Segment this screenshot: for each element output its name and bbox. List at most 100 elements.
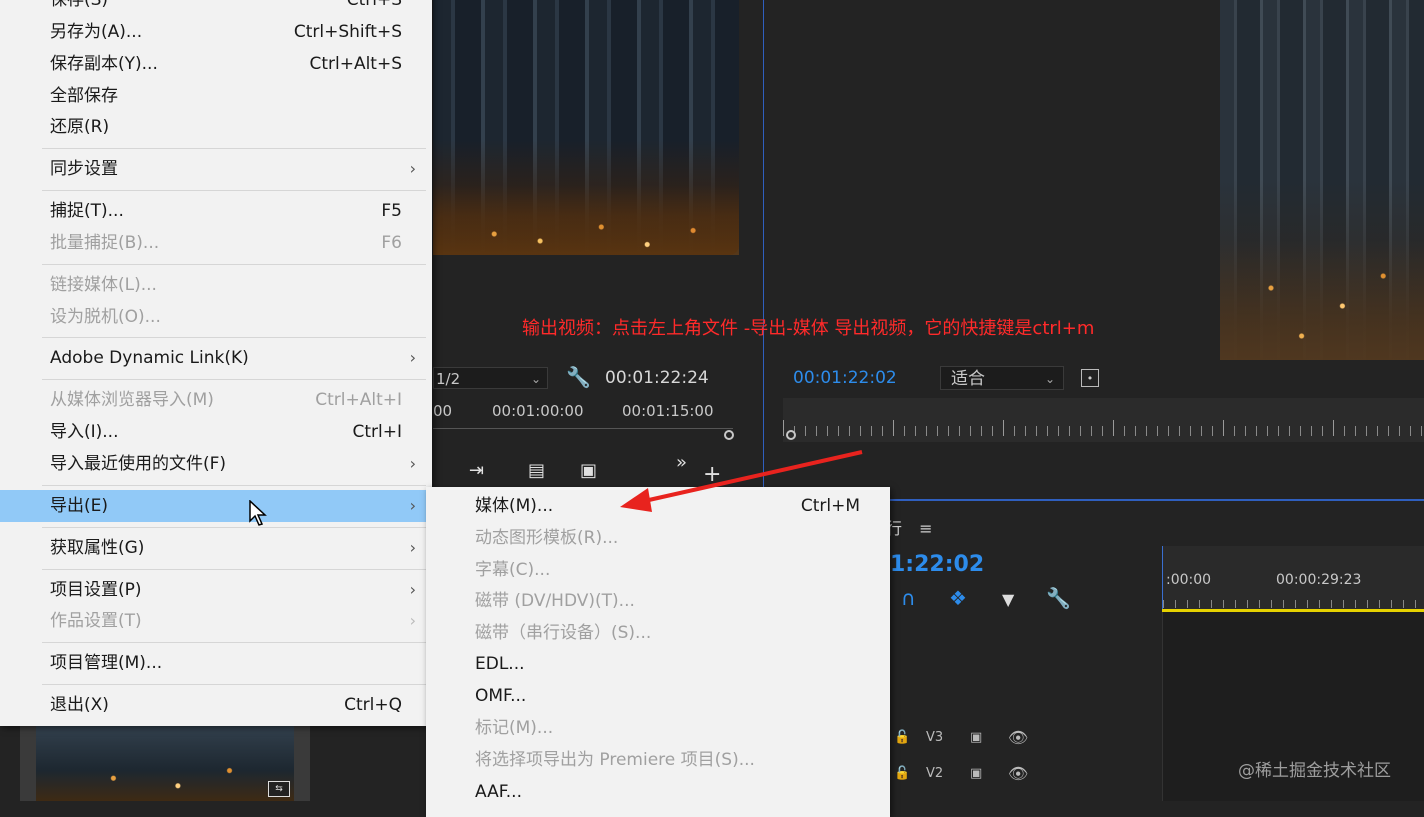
menu-item-label: 导出(E) bbox=[50, 496, 109, 516]
menu-item-project-settings[interactable]: 项目设置(P) › bbox=[0, 574, 432, 606]
menu-item-label: 还原(R) bbox=[50, 117, 110, 137]
source-out-handle[interactable] bbox=[724, 430, 734, 440]
menu-item-shortcut: Ctrl+Alt+I bbox=[315, 390, 402, 410]
menu-separator bbox=[42, 569, 426, 570]
menu-item-link-media: 链接媒体(L)... bbox=[0, 269, 432, 301]
menu-item-project-manager[interactable]: 项目管理(M)... bbox=[0, 647, 432, 679]
menu-item-label: 项目管理(M)... bbox=[50, 653, 163, 673]
wrench-icon[interactable]: 🔧 bbox=[1046, 586, 1071, 610]
submenu-item-motion-graphics-template: 动态图形模板(R)... bbox=[426, 522, 890, 554]
chevron-down-icon: ⌄ bbox=[1044, 372, 1055, 386]
menu-item-save-as[interactable]: 另存为(A)... Ctrl+Shift+S bbox=[0, 16, 432, 48]
project-thumbnail[interactable]: ⇆ bbox=[36, 725, 294, 801]
magnet-icon[interactable]: ∩ bbox=[901, 586, 916, 610]
menu-item-get-properties[interactable]: 获取属性(G) › bbox=[0, 532, 432, 564]
menu-item-label: 退出(X) bbox=[50, 695, 109, 715]
menu-item-shortcut: Ctrl+S bbox=[346, 0, 402, 10]
marker-icon[interactable]: ▼ bbox=[1002, 590, 1014, 609]
step-forward-icon[interactable]: ⇥ bbox=[469, 460, 484, 481]
menu-item-dynamic-link[interactable]: Adobe Dynamic Link(K) › bbox=[0, 342, 432, 374]
panel-divider bbox=[763, 0, 764, 500]
menu-item-save[interactable]: 保存(S) Ctrl+S bbox=[0, 0, 432, 16]
menu-item-revert[interactable]: 还原(R) bbox=[0, 111, 432, 143]
menu-separator bbox=[42, 684, 426, 685]
lock-icon[interactable]: 🔓 bbox=[894, 766, 910, 781]
menu-item-label: 另存为(A)... bbox=[50, 22, 143, 42]
menu-item-capture[interactable]: 捕捉(T)... F5 bbox=[0, 195, 432, 227]
menu-item-label: 项目设置(P) bbox=[50, 580, 142, 600]
program-timecode[interactable]: 00:01:22:02 bbox=[793, 368, 897, 388]
panel-focus-line bbox=[890, 499, 1424, 501]
submenu-item-label: 媒体(M)... bbox=[475, 496, 554, 516]
menu-item-save-all[interactable]: 全部保存 bbox=[0, 80, 432, 112]
menu-item-label: 导入最近使用的文件(F) bbox=[50, 454, 227, 474]
program-playhead-handle[interactable] bbox=[786, 430, 796, 440]
chevron-right-icon: › bbox=[409, 496, 416, 515]
submenu-item-label: EDL... bbox=[475, 654, 525, 674]
menu-item-label: 同步设置 bbox=[50, 159, 118, 179]
menu-item-label: 导入(I)... bbox=[50, 422, 119, 442]
sync-lock-icon[interactable]: ▣ bbox=[970, 766, 982, 781]
linked-selection-icon[interactable]: ❖ bbox=[949, 586, 967, 610]
menu-item-save-copy[interactable]: 保存副本(Y)... Ctrl+Alt+S bbox=[0, 48, 432, 80]
menu-item-shortcut: Ctrl+Q bbox=[344, 695, 402, 715]
submenu-item-omf[interactable]: OMF... bbox=[426, 680, 890, 712]
menu-item-import-recent[interactable]: 导入最近使用的文件(F) › bbox=[0, 448, 432, 480]
chevron-right-icon: › bbox=[409, 538, 416, 557]
chevron-right-icon: › bbox=[409, 580, 416, 599]
menu-separator bbox=[42, 485, 426, 486]
sequence-icon: ⇆ bbox=[268, 781, 290, 797]
timeline-tab[interactable]: 行 ≡ bbox=[886, 515, 933, 539]
source-ruler-label: 00 bbox=[433, 402, 453, 420]
menu-item-shortcut: F6 bbox=[381, 233, 402, 253]
track-name: V3 bbox=[926, 730, 944, 745]
eye-icon[interactable]: 👁 bbox=[1008, 764, 1028, 783]
menu-item-exit[interactable]: 退出(X) Ctrl+Q bbox=[0, 689, 432, 721]
fit-dropdown[interactable]: 适合 ⌄ bbox=[940, 366, 1064, 390]
menu-item-label: 捕捉(T)... bbox=[50, 201, 124, 221]
menu-item-shortcut: Ctrl+I bbox=[352, 422, 402, 442]
track-header-v2[interactable]: 🔓 V2 ▣ 👁 bbox=[890, 758, 1162, 792]
chevron-right-icon: › bbox=[409, 348, 416, 367]
hamburger-menu-icon[interactable]: ≡ bbox=[919, 519, 932, 538]
track-header-v3[interactable]: 🔓 V3 ▣ 👁 bbox=[890, 722, 1162, 756]
chevron-right-icon: › bbox=[409, 454, 416, 473]
eye-icon[interactable]: 👁 bbox=[1008, 728, 1028, 747]
submenu-item-aaf[interactable]: AAF... bbox=[426, 776, 890, 808]
timeline-timecode[interactable]: 1:22:02 bbox=[890, 552, 984, 577]
menu-item-label: 作品设置(T) bbox=[50, 611, 142, 631]
menu-item-shortcut: Ctrl+Alt+S bbox=[309, 54, 402, 74]
program-ruler[interactable] bbox=[783, 398, 1424, 442]
overwrite-icon[interactable]: ▣ bbox=[580, 460, 597, 481]
watermark: @稀土掘金技术社区 bbox=[1238, 761, 1391, 781]
menu-item-export[interactable]: 导出(E) › bbox=[0, 490, 432, 522]
menu-item-label: 批量捕捉(B)... bbox=[50, 233, 160, 253]
menu-separator bbox=[42, 642, 426, 643]
source-resolution-value: 1/2 bbox=[436, 370, 461, 388]
menu-item-import[interactable]: 导入(I)... Ctrl+I bbox=[0, 416, 432, 448]
wrench-icon[interactable]: 🔧 bbox=[566, 365, 591, 389]
menu-item-sync-settings[interactable]: 同步设置 › bbox=[0, 153, 432, 185]
source-ruler-label: 00:01:00:00 bbox=[492, 402, 584, 420]
submenu-item-tape-dv: 磁带 (DV/HDV)(T)... bbox=[426, 585, 890, 617]
program-settings-icon[interactable]: • bbox=[1081, 369, 1099, 387]
mouse-cursor-icon bbox=[249, 500, 267, 526]
annotation-arrow bbox=[620, 450, 863, 512]
menu-item-import-from-browser: 从媒体浏览器导入(M) Ctrl+Alt+I bbox=[0, 384, 432, 416]
lock-icon[interactable]: 🔓 bbox=[894, 730, 910, 745]
submenu-item-label: OMF... bbox=[475, 686, 527, 706]
chevron-right-icon: › bbox=[409, 611, 416, 630]
source-resolution-dropdown[interactable]: 1/2 ⌄ bbox=[433, 367, 548, 389]
submenu-item-tape-serial: 磁带（串行设备）(S)... bbox=[426, 617, 890, 649]
menu-separator bbox=[42, 190, 426, 191]
insert-icon[interactable]: ▤ bbox=[528, 460, 545, 481]
menu-separator bbox=[42, 527, 426, 528]
timeline-ruler-label: 00:00:29:23 bbox=[1276, 572, 1362, 588]
sync-lock-icon[interactable]: ▣ bbox=[970, 730, 982, 745]
menu-separator bbox=[42, 264, 426, 265]
submenu-item-captions: 字幕(C)... bbox=[426, 554, 890, 586]
submenu-item-edl[interactable]: EDL... bbox=[426, 648, 890, 680]
menu-separator bbox=[42, 379, 426, 380]
timeline-ruler-label: :00:00 bbox=[1166, 572, 1212, 588]
submenu-item-label: 磁带 (DV/HDV)(T)... bbox=[475, 591, 635, 611]
